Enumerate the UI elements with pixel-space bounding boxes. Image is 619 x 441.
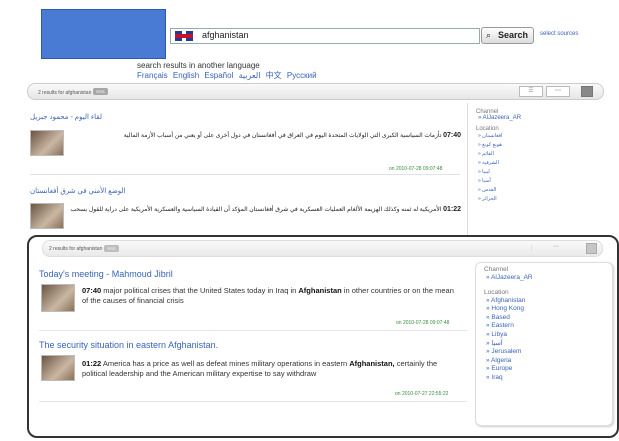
divider [39, 401, 467, 402]
rss-badge[interactable]: RSS [104, 245, 119, 252]
grid-view-icon[interactable]: ▫▫▫ [553, 244, 559, 250]
facet-location-link[interactable]: » Based [486, 314, 612, 323]
result-thumbnail[interactable] [30, 130, 64, 156]
language-links: Français English Español العربية 中文 Русс… [137, 70, 320, 81]
select-sources-link[interactable]: select sources [540, 31, 578, 37]
facet-location-link[interactable]: » Europe [486, 365, 612, 374]
result-thumbnail[interactable] [30, 203, 64, 229]
lang-link-chinese[interactable]: 中文 [266, 71, 282, 80]
facet-location-link[interactable]: » Jerusalem [486, 348, 612, 357]
facet-channel-link[interactable]: » AlJazeera_AR [486, 274, 612, 283]
site-logo [41, 9, 166, 59]
magnifier-icon: ⌕ [486, 30, 492, 40]
result-time: 07:40 [82, 286, 102, 295]
facet-location-link[interactable]: » Libya [486, 331, 612, 340]
facet-heading-channel: Channel [484, 266, 509, 273]
divider [39, 330, 467, 331]
result-title[interactable]: لقاء اليوم - محمود جبريل [30, 113, 160, 121]
search-button-label: Search [498, 30, 529, 40]
grid-view-icon[interactable]: ▫▫▫ [546, 86, 570, 97]
lang-link-arabic[interactable]: العربية [239, 71, 261, 80]
facets-panel: Channel » AlJazeera_AR Location » افغانس… [467, 103, 608, 235]
other-language-prompt: search results in another language [137, 61, 260, 70]
facet-location-link[interactable]: » Algeria [486, 357, 612, 366]
list-view-icon[interactable]: ⋮ [528, 244, 535, 252]
facet-location-link[interactable]: » القدس [478, 186, 608, 195]
results-toolbar: 2 results for afghanistan RSS ⋮ ▫▫▫ [42, 240, 603, 257]
result-title[interactable]: The security situation in eastern Afghan… [39, 340, 218, 350]
facet-location-link[interactable]: » آسيا [478, 177, 608, 186]
divider [30, 174, 460, 175]
image-view-icon[interactable] [586, 243, 597, 254]
facet-channel-link[interactable]: » AlJazeera_AR [478, 115, 608, 121]
translated-results-panel: 2 results for afghanistan RSS ⋮ ▫▫▫ Today… [27, 235, 619, 438]
list-view-icon[interactable]: ☰ [519, 86, 543, 97]
result-snippet: 07:40 تأزمات السياسية الكبرى التي الولاي… [123, 132, 461, 139]
result-title[interactable]: Today's meeting - Mahmoud Jibril [39, 269, 173, 279]
facet-location-link[interactable]: » افغانستان [478, 132, 608, 141]
result-date: on 2010-07-28 09:07:48 [389, 166, 443, 172]
facet-location-link[interactable]: » Eastern [486, 322, 612, 331]
lang-link-russian[interactable]: Русский [287, 71, 317, 80]
facet-heading-location: Location [484, 288, 509, 296]
result-time: 07:40 [443, 132, 461, 139]
lang-link-english[interactable]: English [173, 71, 199, 80]
rss-badge[interactable]: RSS [93, 88, 108, 95]
result-snippet: 07:40 major political crises that the Un… [82, 286, 454, 305]
uk-flag-icon[interactable] [175, 31, 193, 41]
result-thumbnail[interactable] [41, 284, 75, 312]
result-thumbnail[interactable] [41, 355, 75, 381]
facet-location-link[interactable]: » Iraq [486, 374, 612, 383]
search-query-text: afghanistan [202, 30, 249, 40]
facet-location-link[interactable]: » الجزائر [478, 195, 608, 204]
result-date: on 2010-07-27 22:55:22 [395, 391, 449, 397]
results-count: 2 results for afghanistan RSS [49, 245, 119, 252]
results-toolbar: 2 results for afghanistan RSS ☰ ▫▫▫ [27, 83, 604, 100]
facet-location-link[interactable]: » Hong Kong [486, 305, 612, 314]
lang-link-spanish[interactable]: Español [204, 71, 233, 80]
facet-location-link[interactable]: » هونغ كونغ [478, 141, 608, 150]
result-time: 01:22 [443, 206, 461, 213]
facet-location-link[interactable]: » Afghanistan [486, 297, 612, 306]
facets-panel: Channel » AlJazeera_AR Location » Afghan… [475, 262, 613, 426]
lang-link-french[interactable]: Français [137, 71, 168, 80]
result-title[interactable]: الوضع الأمني في شرق أفغانستان [30, 187, 180, 195]
facet-location-link[interactable]: » الشرقية [478, 159, 608, 168]
search-button[interactable]: ⌕ Search [481, 27, 534, 44]
result-snippet: 01:22 America has a price as well as def… [82, 359, 438, 378]
result-snippet: 01:22 الأمريكية له ثمنه وكذلك الهزيمة ال… [70, 206, 461, 213]
facet-location-link[interactable]: » القائم [478, 150, 608, 159]
result-date: on 2010-07-28 09:07:48 [396, 320, 450, 326]
facet-location-link[interactable]: » آسيا [486, 340, 612, 349]
result-time: 01:22 [82, 359, 102, 368]
results-count: 2 results for afghanistan RSS [38, 88, 108, 96]
image-view-icon[interactable] [581, 86, 593, 97]
search-input[interactable]: afghanistan [170, 28, 480, 44]
facet-location-link[interactable]: » ليبيا [478, 168, 608, 177]
